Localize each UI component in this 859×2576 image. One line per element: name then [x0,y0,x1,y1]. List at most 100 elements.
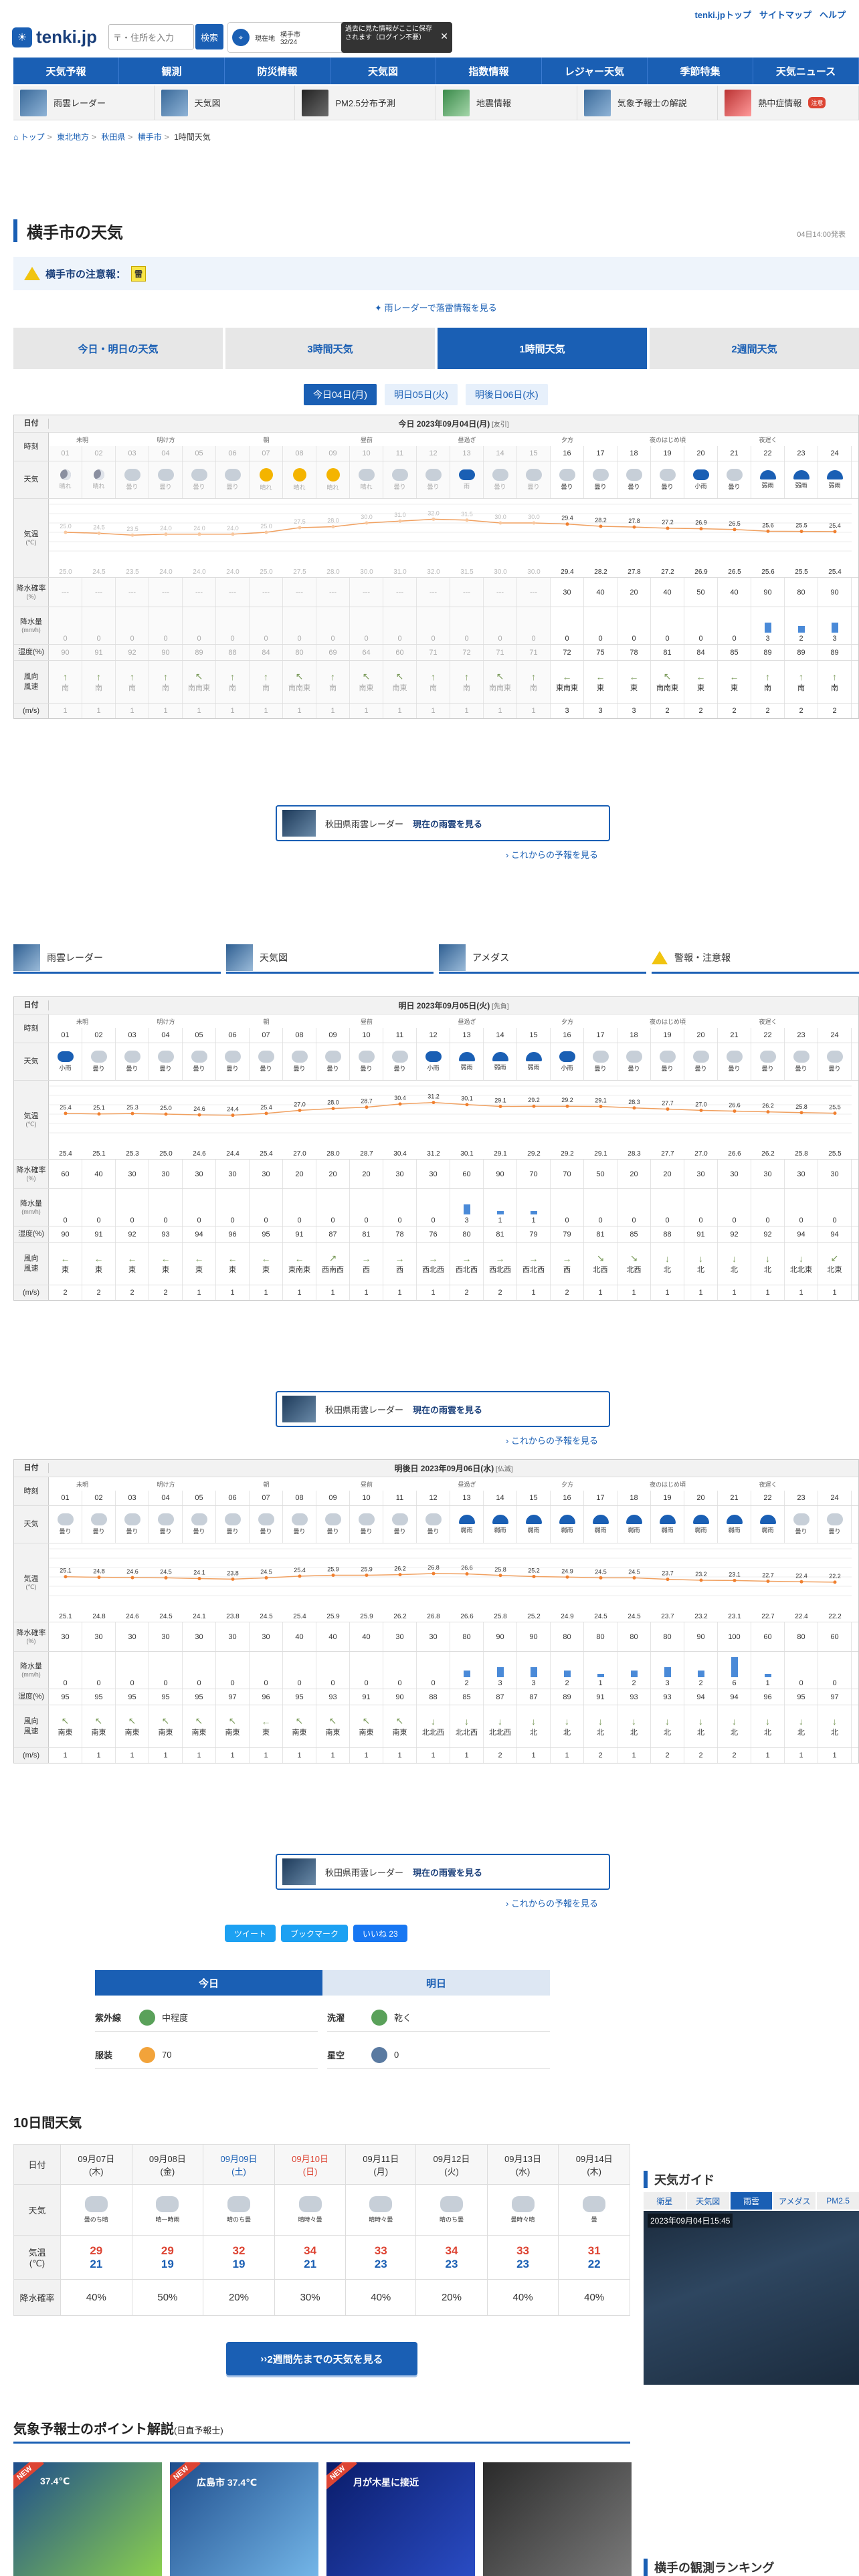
gnav-item[interactable]: 天気図 [330,58,436,84]
wind-dir-cell: ↓ 北 [517,1705,551,1747]
temp-value: 25.0 [260,568,273,576]
lightning-radar-link[interactable]: ✦ 雨レーダーで落雷情報を見る [375,301,497,314]
search-input[interactable]: 〒・住所を入力 [108,24,194,49]
hour-cell: 09 [316,446,350,461]
search-button[interactable]: 検索 [195,24,223,49]
precip-amt-value: 3 [765,635,770,643]
subnav-quake[interactable]: 地震情報 [436,86,577,120]
temp-point-label: 24.1 [193,1570,205,1576]
precip-amt-value: 0 [531,635,536,643]
guide-map[interactable]: 2023年09月04日15:45 [644,2211,859,2385]
gnav-item[interactable]: 指数情報 [436,58,542,84]
index-tab-today[interactable]: 今日 [95,1970,322,1996]
wind-dir-value: 南南東 [288,684,310,692]
guide-tab[interactable]: アメダス [773,2192,816,2210]
index-uv[interactable]: 紫外線 中程度 [95,2004,318,2032]
index-starry[interactable]: 星空 0 [327,2041,550,2069]
weather-cell: 弱雨 [751,461,785,498]
wind-speed-cell: 2 [684,1748,718,1763]
like-button[interactable]: いいね 23 [353,1925,407,1942]
temp-value: 24.8 [92,1613,106,1620]
temp-value: 25.6 [761,568,775,576]
radar-banner[interactable]: 秋田県雨雲レーダー 現在の雨雲を見る [276,1854,610,1890]
guide-tab[interactable]: 衛星 [644,2192,686,2210]
hour-cell: 14 [484,1491,517,1505]
temp-point-label: 27.0 [695,1101,707,1107]
gnav-item[interactable]: 観測 [119,58,225,84]
wind-arrow-icon: ← [227,1253,237,1264]
gnav-item[interactable]: レジャー天気 [542,58,648,84]
wind-speed-cell: 1 [183,704,216,718]
wind-speed-cell: 1 [551,1748,584,1763]
tab-today-tomorrow[interactable]: 今日・明日の天気 [13,328,223,369]
hour-cell: 10 [350,446,383,461]
two-week-button[interactable]: ›› 2週間先までの天気を見る [226,2342,417,2375]
top-link[interactable]: サイトマップ [759,8,812,21]
day-tab-today[interactable]: 今日04日(月) [304,384,377,405]
breadcrumb-item[interactable]: トップ [21,132,45,142]
precip-amt-unit: (mm/h) [21,1208,41,1215]
breadcrumb-item[interactable]: 東北地方 [57,132,89,142]
point-card[interactable]: NEW 広島市 37.4℃ [170,2462,318,2576]
subnav-chart[interactable]: 天気図 [155,86,296,120]
point-card[interactable]: NEW 37.4℃ [13,2462,162,2576]
index-clothing[interactable]: 服装 70 [95,2041,318,2069]
site-logo[interactable]: ☀ tenki.jp [12,27,97,47]
tab-1hour[interactable]: 1時間天気 [438,328,647,369]
weather-label: 曇り [126,1065,138,1072]
guide-tab[interactable]: PM2.5 [817,2192,859,2210]
top-link[interactable]: ヘルプ [820,8,846,21]
tab-3hour[interactable]: 3時間天気 [225,328,435,369]
hour-cell: 24 [818,1491,852,1505]
guide-tab[interactable]: 天気図 [686,2192,729,2210]
alert-box[interactable]: 横手市の注意報： 雷 [13,257,859,290]
index-laundry[interactable]: 洗濯 乾く [327,2004,550,2032]
breadcrumb-item[interactable]: 秋田県 [101,132,125,142]
gnav-item[interactable]: 防災情報 [225,58,330,84]
map-nav-amedas[interactable]: アメダス [439,943,646,974]
radar-banner[interactable]: 秋田県雨雲レーダー 現在の雨雲を見る [276,805,610,841]
gnav-item[interactable]: 季節特集 [648,58,753,84]
point-card[interactable] [483,2462,632,2576]
wind-dir-cell: ↖ 南南東 [484,661,517,703]
bookmark-button[interactable]: ブックマーク [281,1925,349,1942]
subnav-pm25[interactable]: PM2.5分布予測 [295,86,437,120]
wind-dir-value: 東 [731,683,738,692]
tab-2week[interactable]: 2週間天気 [650,328,859,369]
map-nav-warning[interactable]: 警報・注意報 [652,943,859,974]
map-nav-chart[interactable]: 天気図 [226,943,434,974]
precip-amt-cell: 0 [718,607,751,644]
precip-amt-cell: 0 [417,1189,450,1226]
temp-high: 29 [90,2244,103,2257]
tweet-button[interactable]: ツイート [225,1925,276,1942]
index-tab-tomorrow[interactable]: 明日 [322,1970,550,1996]
close-icon[interactable]: ✕ [440,30,448,42]
day-tab-tomorrow[interactable]: 明日05日(火) [384,384,458,405]
alert-badge[interactable]: 雷 [131,265,147,282]
hour-cell: 21 [718,1028,751,1043]
wind-dir-cell: ↖ 南東 [283,1705,316,1747]
day-tab-dayafter[interactable]: 明後日06日(水) [465,384,548,405]
weather-label: 曇り [494,484,506,490]
gnav-item[interactable]: 天気ニュース [753,58,859,84]
more-forecast-link[interactable]: › これからの予報を見る [506,1897,598,1909]
humidity-cell: 84 [684,645,718,660]
gnav-item[interactable]: 天気予報 [13,58,119,84]
index-grid: 紫外線 中程度 洗濯 乾く 服装 70 星空 0 [95,2004,550,2069]
more-forecast-link[interactable]: › これからの予報を見る [506,848,598,861]
temp-value: 22.7 [761,1613,775,1620]
subnav-radar[interactable]: 雨雲レーダー [13,86,155,120]
map-nav-radar[interactable]: 雨雲レーダー [13,943,221,974]
cloud-icon [425,469,442,481]
top-link[interactable]: tenki.jpトップ [694,8,751,21]
radar-banner[interactable]: 秋田県雨雲レーダー 現在の雨雲を見る [276,1391,610,1427]
point-card[interactable]: NEW 月が木星に接近 [326,2462,475,2576]
subnav-forecaster[interactable]: 気象予報士の解説 [577,86,719,120]
more-forecast-link[interactable]: › これからの予報を見る [506,1434,598,1446]
wind-dir-cell: ↓ 北北東 [785,1243,818,1285]
breadcrumb-item[interactable]: 横手市 [138,132,162,142]
period-label: 昼過ぎ [458,1018,476,1025]
guide-tab[interactable]: 雨雲 [730,2192,773,2210]
uv-icon [139,2009,155,2026]
subnav-heatstroke[interactable]: 熱中症情報 注意 [718,86,859,120]
